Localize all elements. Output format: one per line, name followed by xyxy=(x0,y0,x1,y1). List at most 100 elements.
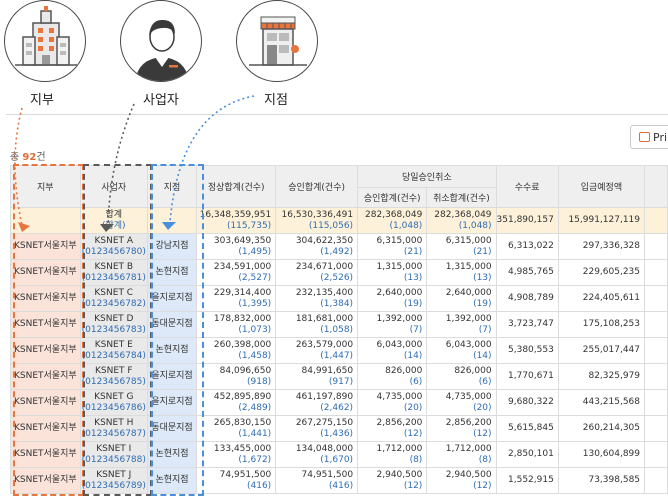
normal-total-cell: 178,832,000 (1,073) xyxy=(196,311,277,338)
region-cell: KSNET서울지부 xyxy=(10,389,81,416)
branch-cell: 동대문지점 xyxy=(146,415,198,442)
region-cell: KSNET서울지부 xyxy=(10,415,81,442)
business-cell: KSNET H (0123456787) xyxy=(79,415,148,442)
branch-cell: 을지로지점 xyxy=(146,285,198,312)
business-cell: KSNET G (0123456786) xyxy=(79,389,148,416)
cancel-approve-cell: 1,315,000 (13) xyxy=(357,259,428,286)
table-row[interactable]: KSNET서울지부 KSNET J (0123456789) 논현지점 74,951,5… xyxy=(10,467,668,494)
table-row[interactable]: KSNET서울지부 KSNET H (0123456787) 동대문지점 265,830… xyxy=(10,415,668,442)
branch-cell: 논현지점 xyxy=(146,259,198,286)
fee-cell: 1,770,671 xyxy=(495,363,559,390)
region-cell: KSNET서울지부 xyxy=(10,441,81,468)
header-fee[interactable]: 수수료 xyxy=(495,165,559,208)
cancel-approve-cell: 826,000 (6) xyxy=(357,363,428,390)
cancel-cancel-cell: 2,856,200 (12) xyxy=(426,415,497,442)
normal-total-cell: 303,649,350 (1,495) xyxy=(196,233,277,260)
table-row[interactable]: KSNET서울지부 KSNET D (0123456783) 동대문지점 178,832… xyxy=(10,311,668,338)
deposit-cell: 175,108,253 xyxy=(557,311,646,338)
cancel-cancel-cell: 1,315,000 (13) xyxy=(426,259,497,286)
header-cancel-approve[interactable]: 승인합계(건수) xyxy=(357,187,428,208)
normal-total-cell: 229,314,400 (1,395) xyxy=(196,285,277,312)
approve-total-cell: 267,275,150 (1,436) xyxy=(275,415,359,442)
header-region[interactable]: 지부 xyxy=(10,165,81,208)
normal-total-cell: 265,830,150 (1,441) xyxy=(196,415,277,442)
region-cell: KSNET서울지부 xyxy=(10,259,81,286)
table-row[interactable]: KSNET서울지부 KSNET E (0123456784) 논현지점 260,398,… xyxy=(10,337,668,364)
deposit-cell: 443,215,568 xyxy=(557,389,646,416)
fee-cell: 1,552,915 xyxy=(495,467,559,494)
header-normal-total[interactable]: 정상합계(건수) xyxy=(196,165,277,208)
table-row[interactable]: KSNET서울지부 KSNET C (0123456782) 을지로지점 229,314… xyxy=(10,285,668,312)
print-label: Prin xyxy=(653,130,668,144)
branch-circle xyxy=(236,0,318,82)
printer-icon xyxy=(639,132,650,142)
approve-total-cell: 84,991,650 (917) xyxy=(275,363,359,390)
deposit-cell: 224,405,611 xyxy=(557,285,646,312)
summary-row: 합계 (합계) 16,348,359,951 (115,735) 16,530,33… xyxy=(10,207,668,234)
header-cancel-cancel[interactable]: 취소합계(건수) xyxy=(426,187,497,208)
branch-caption: 지점 xyxy=(264,93,288,108)
business-cell: KSNET B (0123456781) xyxy=(79,259,148,286)
normal-total-cell: 84,096,650 (918) xyxy=(196,363,277,390)
branch-cell: 논현지점 xyxy=(146,467,198,494)
normal-total-cell: 260,398,000 (1,458) xyxy=(196,337,277,364)
settlement-panel: Prin 총 92건 지부 사업자 지점 정상합계(건수) 승인합계(건수) 당… xyxy=(6,114,668,498)
header-deposit[interactable]: 입금예정액 xyxy=(557,165,646,208)
approve-total-cell: 232,135,400 (1,384) xyxy=(275,285,359,312)
settlement-table: 지부 사업자 지점 정상합계(건수) 승인합계(건수) 당일승인취소 수수료 입… xyxy=(10,165,668,494)
region-cell: KSNET서울지부 xyxy=(10,337,81,364)
cancel-cancel-cell: 6,315,000 (21) xyxy=(426,233,497,260)
cancel-cancel-cell: 4,735,000 (20) xyxy=(426,389,497,416)
table-row[interactable]: KSNET서울지부 KSNET G (0123456786) 을지로지점 452,895… xyxy=(10,389,668,416)
cancel-approve-cell: 4,735,000 (20) xyxy=(357,389,428,416)
branch-cell: 동대문지점 xyxy=(146,311,198,338)
cancel-cancel-cell: 2,640,000 (19) xyxy=(426,285,497,312)
cancel-approve-cell: 6,315,000 (21) xyxy=(357,233,428,260)
cancel-cancel-cell: 1,392,000 (7) xyxy=(426,311,497,338)
table-row[interactable]: KSNET서울지부 KSNET F (0123456785) 을지로지점 84,096,… xyxy=(10,363,668,390)
fee-cell: 5,380,553 xyxy=(495,337,559,364)
approve-total-cell: 461,197,890 (2,462) xyxy=(275,389,359,416)
building-icon xyxy=(15,6,77,66)
fee-cell: 3,723,747 xyxy=(495,311,559,338)
cancel-cancel-cell: 2,940,500 (12) xyxy=(426,467,497,494)
cancel-approve-cell: 2,640,000 (19) xyxy=(357,285,428,312)
table-row[interactable]: KSNET서울지부 KSNET B (0123456781) 논현지점 234,591,… xyxy=(10,259,668,286)
cancel-approve-cell: 2,940,500 (12) xyxy=(357,467,428,494)
table-row[interactable]: KSNET서울지부 KSNET A (0123456780) 강남지점 303,649,… xyxy=(10,233,668,260)
approve-total-cell: 304,622,350 (1,492) xyxy=(275,233,359,260)
deposit-cell: 130,604,899 xyxy=(557,441,646,468)
branch-cell: 을지로지점 xyxy=(146,363,198,390)
business-caption: 사업자 xyxy=(143,93,179,108)
fee-cell: 9,680,322 xyxy=(495,389,559,416)
deposit-cell: 297,336,328 xyxy=(557,233,646,260)
region-circle xyxy=(4,0,86,82)
branch-cell: 을지로지점 xyxy=(146,389,198,416)
table-row[interactable]: KSNET서울지부 KSNET I (0123456788) 논현지점 133,455,… xyxy=(10,441,668,468)
cancel-approve-cell: 1,712,000 (8) xyxy=(357,441,428,468)
header-business[interactable]: 사업자 xyxy=(79,165,148,208)
header-branch[interactable]: 지점 xyxy=(146,165,198,208)
business-cell: KSNET A (0123456780) xyxy=(79,233,148,260)
print-button[interactable]: Prin xyxy=(630,125,668,149)
shop-icon xyxy=(249,16,307,66)
business-circle xyxy=(120,0,202,82)
fee-cell: 5,615,845 xyxy=(495,415,559,442)
deposit-cell: 255,017,447 xyxy=(557,337,646,364)
normal-total-cell: 234,591,000 (2,527) xyxy=(196,259,277,286)
fee-cell: 4,985,765 xyxy=(495,259,559,286)
region-caption: 지부 xyxy=(30,93,54,108)
business-cell: KSNET D (0123456783) xyxy=(79,311,148,338)
business-cell: KSNET J (0123456789) xyxy=(79,467,148,494)
branch-cell: 논현지점 xyxy=(146,441,198,468)
business-cell: KSNET F (0123456785) xyxy=(79,363,148,390)
region-cell: KSNET서울지부 xyxy=(10,363,81,390)
normal-total-cell: 74,951,500 (416) xyxy=(196,467,277,494)
cancel-cancel-cell: 826,000 (6) xyxy=(426,363,497,390)
normal-total-cell: 452,895,890 (2,489) xyxy=(196,389,277,416)
branch-cell: 논현지점 xyxy=(146,337,198,364)
approve-total-cell: 74,951,500 (416) xyxy=(275,467,359,494)
fee-cell: 2,850,101 xyxy=(495,441,559,468)
header-approve-total[interactable]: 승인합계(건수) xyxy=(275,165,359,208)
business-cell: KSNET I (0123456788) xyxy=(79,441,148,468)
